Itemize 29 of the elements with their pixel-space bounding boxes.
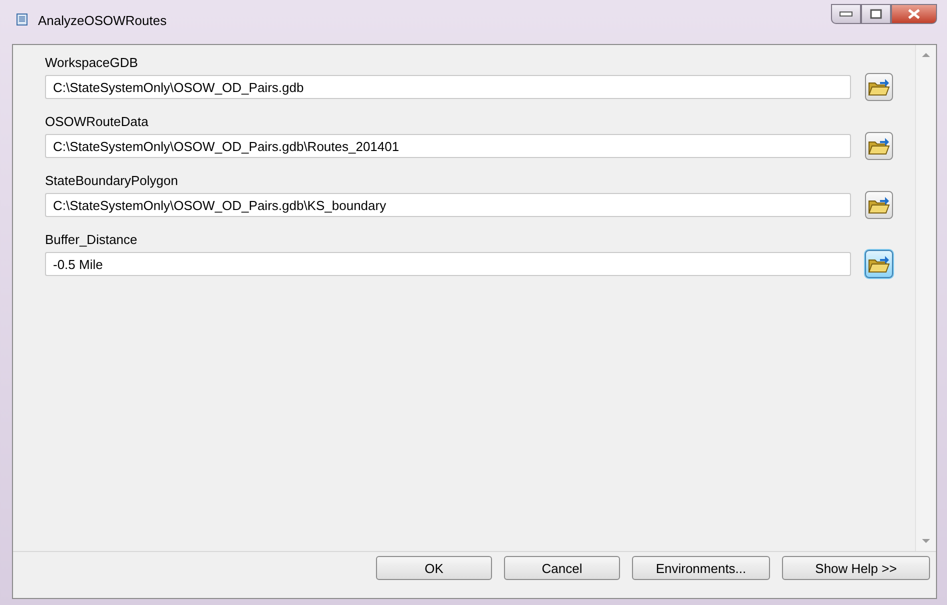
browse-button[interactable]: [865, 132, 893, 160]
input-field[interactable]: C:\StateSystemOnly\OSOW_OD_Pairs.gdb\KS_boundary: [45, 193, 851, 217]
minimize-button[interactable]: [831, 4, 861, 24]
scroll-down-icon[interactable]: [922, 539, 930, 543]
open-folder-icon: [868, 254, 890, 274]
close-icon: [908, 9, 920, 19]
window-title: AnalyzeOSOWRoutes: [38, 12, 167, 28]
dialog-button[interactable]: Cancel: [504, 556, 620, 580]
input-field[interactable]: C:\StateSystemOnly\OSOW_OD_Pairs.gdb: [45, 75, 851, 99]
dialog-button[interactable]: Environments...: [632, 556, 770, 580]
close-button[interactable]: [891, 4, 937, 24]
parameter-label: StateBoundaryPolygon: [45, 172, 179, 190]
open-folder-icon: [868, 196, 890, 214]
scroll-up-icon[interactable]: [922, 53, 930, 57]
maximize-icon: [870, 9, 882, 19]
maximize-button[interactable]: [861, 4, 891, 24]
browse-button[interactable]: [865, 191, 893, 219]
dialog-button[interactable]: Show Help >>: [782, 556, 930, 580]
browse-button[interactable]: [865, 73, 893, 101]
input-field[interactable]: C:\StateSystemOnly\OSOW_OD_Pairs.gdb\Routes_201401: [45, 134, 851, 158]
parameter-label: WorkspaceGDB: [45, 54, 139, 72]
open-folder-icon: [868, 136, 890, 156]
parameter-label: OSOWRouteData: [45, 113, 150, 131]
browse-button[interactable]: [865, 250, 893, 278]
parameter-label: Buffer_Distance: [45, 231, 138, 249]
minimize-icon: [839, 11, 853, 17]
dialog-button[interactable]: OK: [376, 556, 492, 580]
open-folder-icon: [868, 78, 890, 96]
input-field[interactable]: -0.5 Mile: [45, 252, 851, 276]
